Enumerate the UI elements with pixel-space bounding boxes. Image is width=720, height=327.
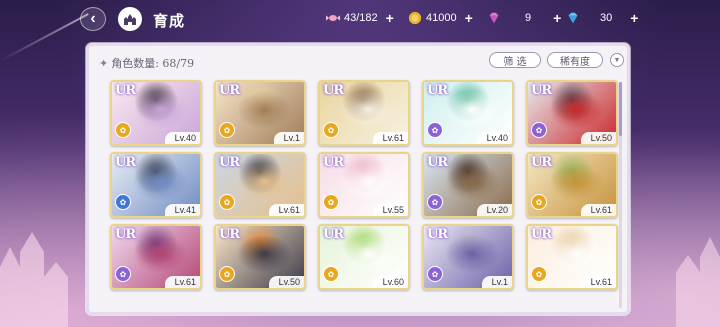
attribute-icon: ✿ xyxy=(531,266,547,282)
candy-value: 43/182 xyxy=(344,12,378,24)
candy-plus-button[interactable]: + xyxy=(386,10,394,26)
level-label: Lv.50 xyxy=(268,276,304,288)
level-label: Lv.50 xyxy=(580,132,616,144)
pink-gem-resource: 9 + xyxy=(487,10,561,26)
back-button[interactable]: ‹ xyxy=(80,7,106,31)
level-label: Lv.61 xyxy=(268,204,304,216)
pink-gem-plus-button[interactable]: + xyxy=(553,10,561,26)
character-card[interactable]: UR ✿ Lv.61 xyxy=(526,152,618,218)
home-button[interactable] xyxy=(118,7,142,31)
filter-button[interactable]: 筛 选 xyxy=(489,52,541,68)
attribute-icon: ✿ xyxy=(219,194,235,210)
character-card[interactable]: UR ✿ Lv.50 xyxy=(214,224,306,290)
rarity-badge: UR xyxy=(427,227,448,242)
castle-left-decoration xyxy=(0,232,68,327)
rarity-badge: UR xyxy=(323,155,344,170)
pink-gem-icon xyxy=(489,12,499,24)
scrollbar[interactable] xyxy=(619,82,622,308)
attribute-icon: ✿ xyxy=(115,194,131,210)
character-grid: UR ✿ Lv.40 UR ✿ Lv.1 UR ✿ Lv.61 UR ✿ Lv.40 UR ✿ Lv.50 U… xyxy=(110,80,618,290)
blue-gem-value: 30 xyxy=(600,12,613,24)
attribute-icon: ✿ xyxy=(115,266,131,282)
castle-right-decoration xyxy=(676,237,720,327)
character-card[interactable]: UR ✿ Lv.1 xyxy=(214,80,306,146)
coin-resource: 41000 + xyxy=(408,10,473,26)
rarity-badge: UR xyxy=(115,83,136,98)
chevron-down-icon: ▼ xyxy=(613,56,621,64)
character-card[interactable]: UR ✿ Lv.40 xyxy=(422,80,514,146)
pink-gem-value: 9 xyxy=(525,12,532,24)
candy-resource: 43/182 + xyxy=(326,10,394,26)
back-arrow-icon: ‹ xyxy=(90,10,96,27)
level-label: Lv.40 xyxy=(476,132,512,144)
character-card[interactable]: UR ✿ Lv.55 xyxy=(318,152,410,218)
candy-icon xyxy=(326,14,340,22)
rarity-button[interactable]: 稀有度 xyxy=(547,52,603,68)
sparkle-icon: ✦ xyxy=(99,57,109,70)
character-card[interactable]: UR ✿ Lv.60 xyxy=(318,224,410,290)
level-label: Lv.1 xyxy=(273,132,304,144)
attribute-icon: ✿ xyxy=(427,266,443,282)
level-label: Lv.61 xyxy=(580,276,616,288)
character-card[interactable]: UR ✿ Lv.40 xyxy=(110,80,202,146)
rarity-badge: UR xyxy=(427,155,448,170)
character-card[interactable]: UR ✿ Lv.20 xyxy=(422,152,514,218)
page-title: 育成 xyxy=(153,13,186,30)
attribute-icon: ✿ xyxy=(323,122,339,138)
rarity-badge: UR xyxy=(219,83,240,98)
scroll-thumb[interactable] xyxy=(619,82,622,136)
blue-gem-resource: 30 + xyxy=(566,10,638,26)
blue-gem-plus-button[interactable]: + xyxy=(630,10,638,26)
attribute-icon: ✿ xyxy=(219,122,235,138)
character-panel: ✦ 角色数量: 68/79 筛 选 稀有度 ▼ UR ✿ Lv.40 UR ✿ Lv.1 UR… xyxy=(86,43,630,315)
attribute-icon: ✿ xyxy=(427,122,443,138)
rarity-badge: UR xyxy=(531,155,552,170)
character-card[interactable]: UR ✿ Lv.1 xyxy=(422,224,514,290)
top-bar: ‹ 育成 43/182 + 41000 + 9 + 30 + xyxy=(0,0,720,36)
attribute-icon: ✿ xyxy=(219,266,235,282)
coin-icon xyxy=(408,11,422,25)
character-card[interactable]: UR ✿ Lv.61 xyxy=(526,224,618,290)
attribute-icon: ✿ xyxy=(427,194,443,210)
rarity-badge: UR xyxy=(323,83,344,98)
level-label: Lv.55 xyxy=(372,204,408,216)
level-label: Lv.61 xyxy=(372,132,408,144)
character-card[interactable]: UR ✿ Lv.61 xyxy=(110,224,202,290)
rarity-badge: UR xyxy=(219,227,240,242)
rarity-badge: UR xyxy=(115,155,136,170)
level-label: Lv.41 xyxy=(164,204,200,216)
character-count-label: ✦ 角色数量: 68/79 xyxy=(99,55,194,71)
level-label: Lv.20 xyxy=(476,204,512,216)
rarity-badge: UR xyxy=(115,227,136,242)
rarity-badge: UR xyxy=(219,155,240,170)
panel-header: ✦ 角色数量: 68/79 筛 选 稀有度 ▼ xyxy=(89,46,627,74)
castle-home-icon xyxy=(124,14,136,25)
level-label: Lv.61 xyxy=(580,204,616,216)
character-card[interactable]: UR ✿ Lv.61 xyxy=(318,80,410,146)
rarity-badge: UR xyxy=(531,83,552,98)
attribute-icon: ✿ xyxy=(323,266,339,282)
attribute-icon: ✿ xyxy=(531,122,547,138)
coin-plus-button[interactable]: + xyxy=(465,10,473,26)
rarity-badge: UR xyxy=(323,227,344,242)
character-count-text: 角色数量: 68/79 xyxy=(111,57,195,70)
character-card[interactable]: UR ✿ Lv.61 xyxy=(214,152,306,218)
rarity-badge: UR xyxy=(531,227,552,242)
character-card[interactable]: UR ✿ Lv.41 xyxy=(110,152,202,218)
character-card[interactable]: UR ✿ Lv.50 xyxy=(526,80,618,146)
level-label: Lv.1 xyxy=(481,276,512,288)
blue-gem-icon xyxy=(568,12,578,24)
level-label: Lv.60 xyxy=(372,276,408,288)
attribute-icon: ✿ xyxy=(115,122,131,138)
level-label: Lv.40 xyxy=(164,132,200,144)
sort-toggle-button[interactable]: ▼ xyxy=(610,53,624,67)
attribute-icon: ✿ xyxy=(323,194,339,210)
coin-value: 41000 xyxy=(426,12,457,24)
attribute-icon: ✿ xyxy=(531,194,547,210)
rarity-badge: UR xyxy=(427,83,448,98)
level-label: Lv.61 xyxy=(164,276,200,288)
